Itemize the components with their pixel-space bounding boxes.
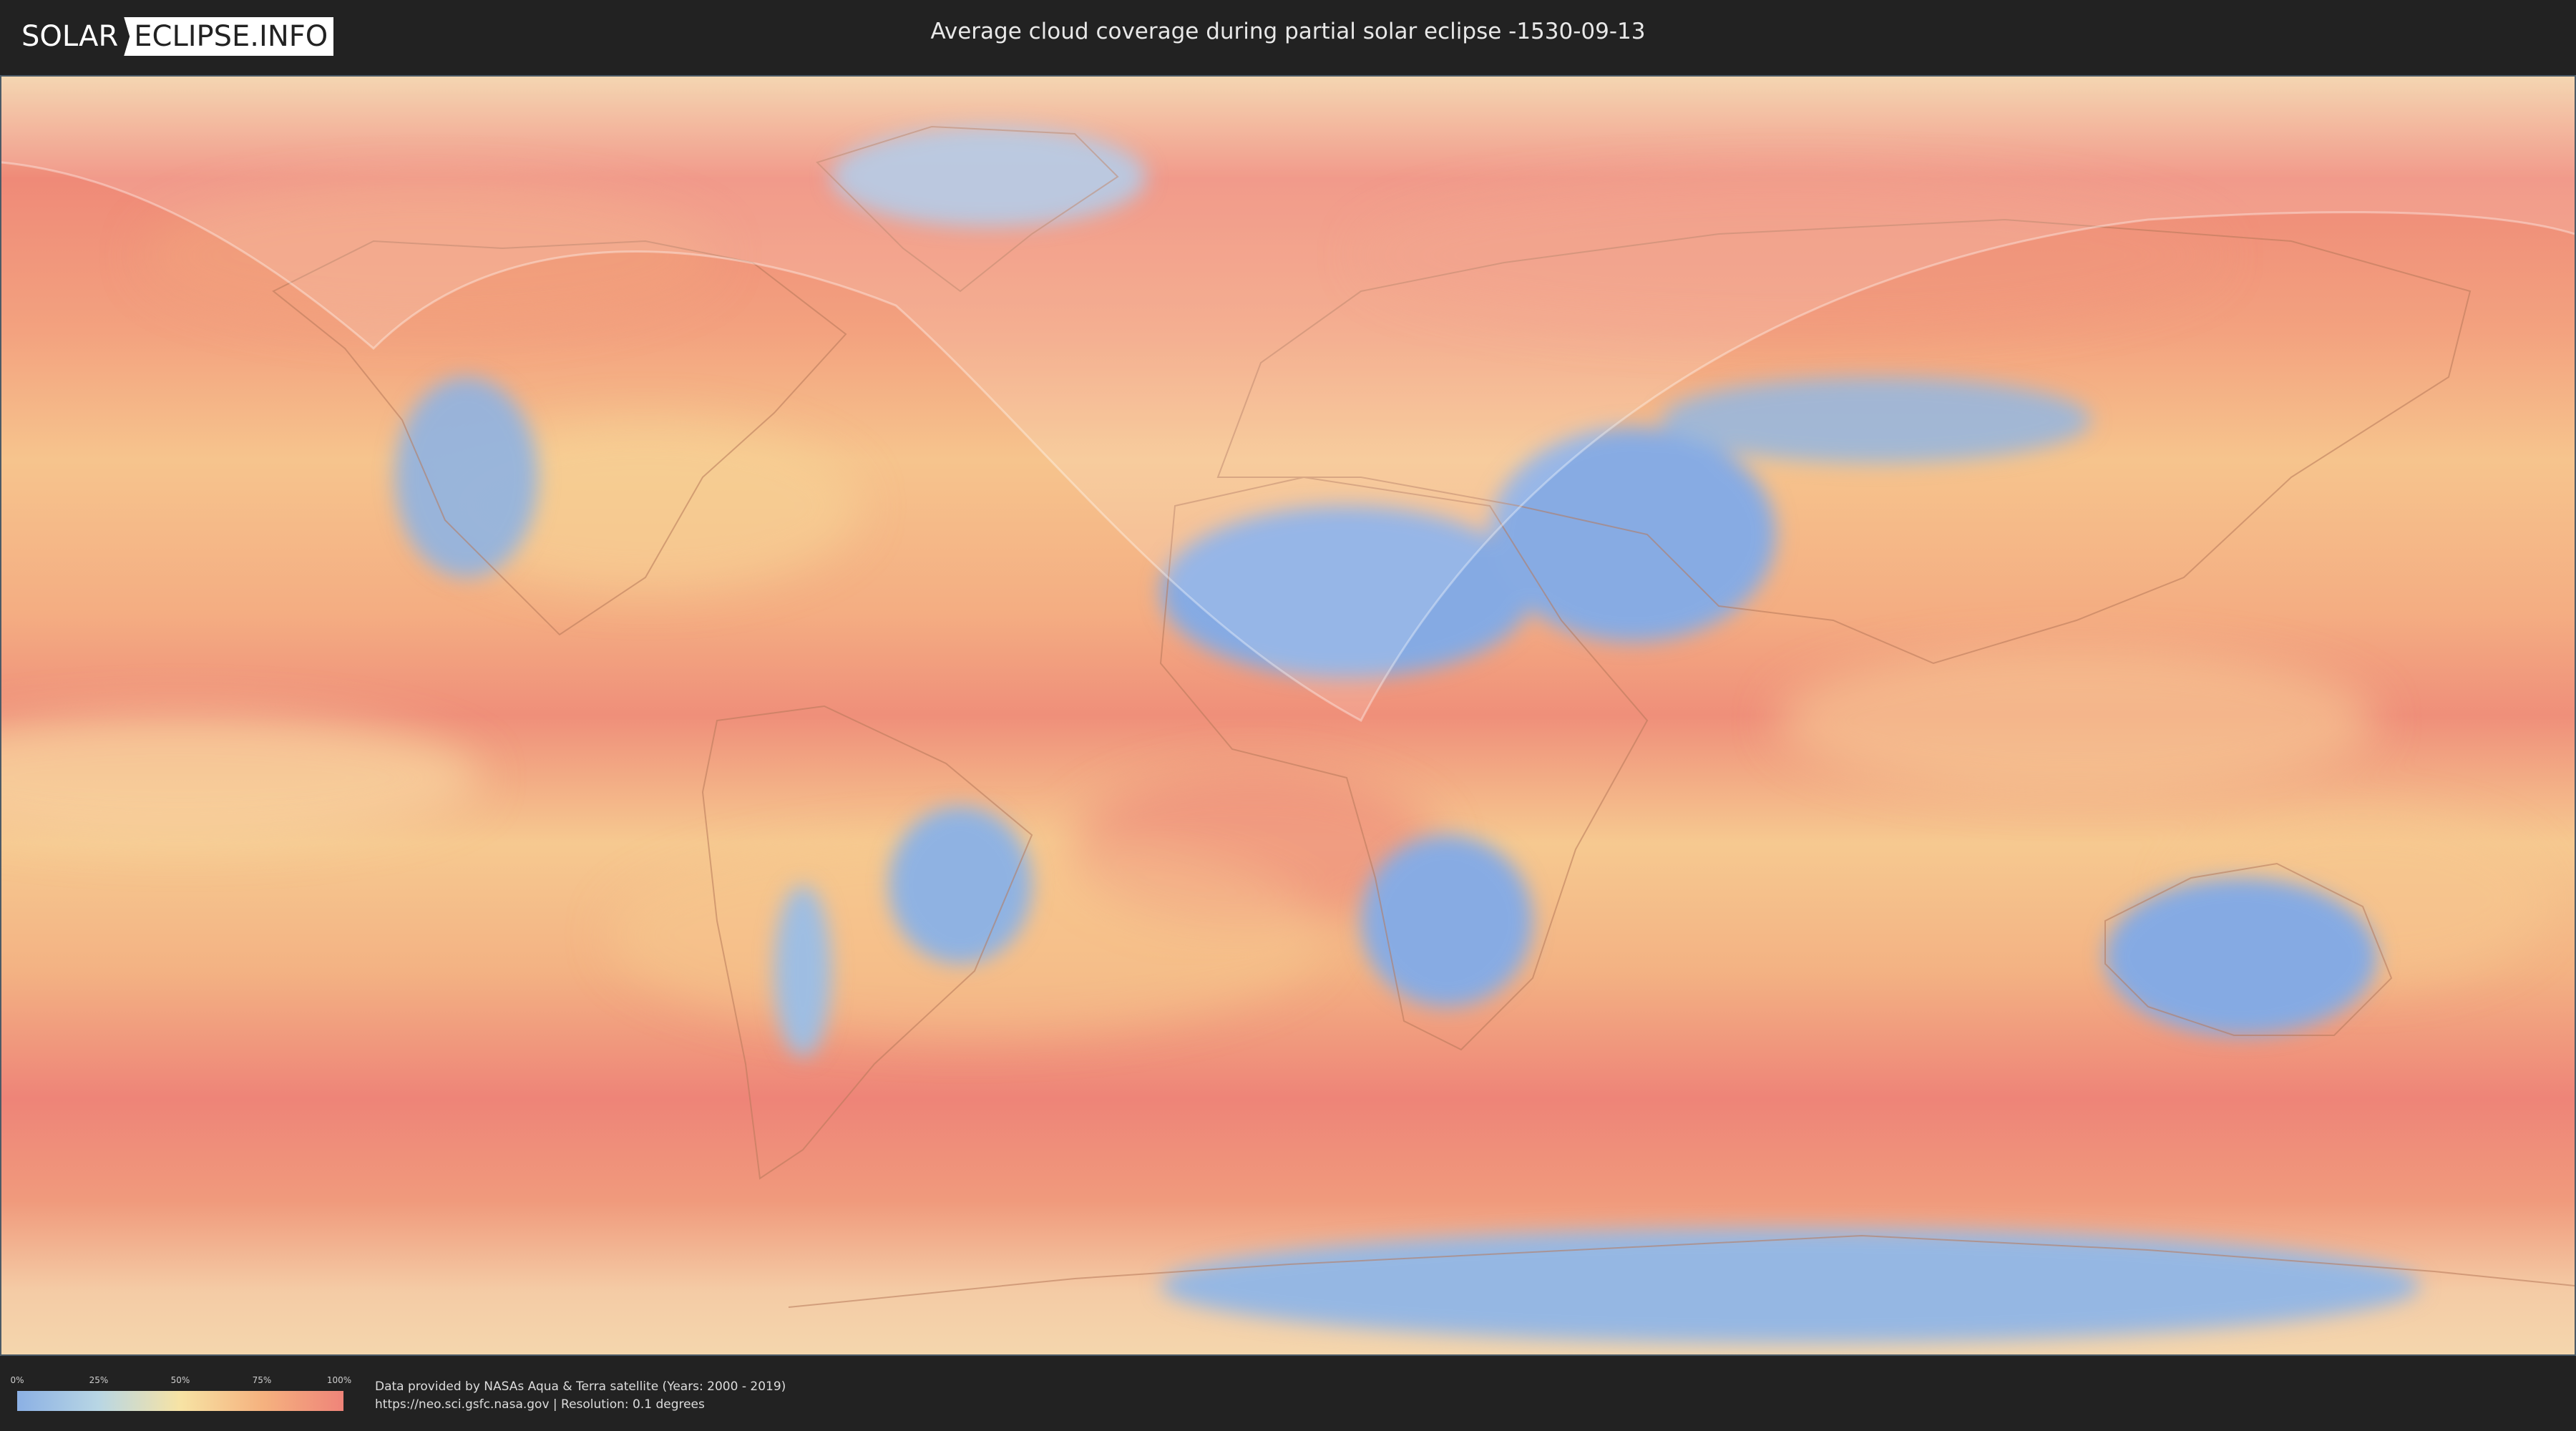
legend-label-75: 75% bbox=[252, 1375, 272, 1385]
legend-color-scale bbox=[17, 1391, 343, 1411]
cloud-coverage-map[interactable] bbox=[0, 75, 2576, 1356]
header-bar: SOLAR ECLIPSE.INFO Average cloud coverag… bbox=[0, 0, 2576, 72]
legend-labels: 0% 25% 50% 75% 100% bbox=[10, 1375, 351, 1387]
credits-source: Data provided by NASAs Aqua & Terra sate… bbox=[375, 1379, 786, 1394]
page-title: Average cloud coverage during partial so… bbox=[930, 19, 1646, 44]
legend-label-0: 0% bbox=[10, 1375, 24, 1385]
data-credits: Data provided by NASAs Aqua & Terra sate… bbox=[375, 1378, 786, 1414]
world-map-svg bbox=[1, 77, 2575, 1354]
legend-label-25: 25% bbox=[89, 1375, 109, 1385]
credits-link[interactable]: https://neo.sci.gsfc.nasa.gov | Resoluti… bbox=[375, 1396, 786, 1414]
legend-label-50: 50% bbox=[170, 1375, 190, 1385]
legend-label-100: 100% bbox=[326, 1375, 352, 1385]
